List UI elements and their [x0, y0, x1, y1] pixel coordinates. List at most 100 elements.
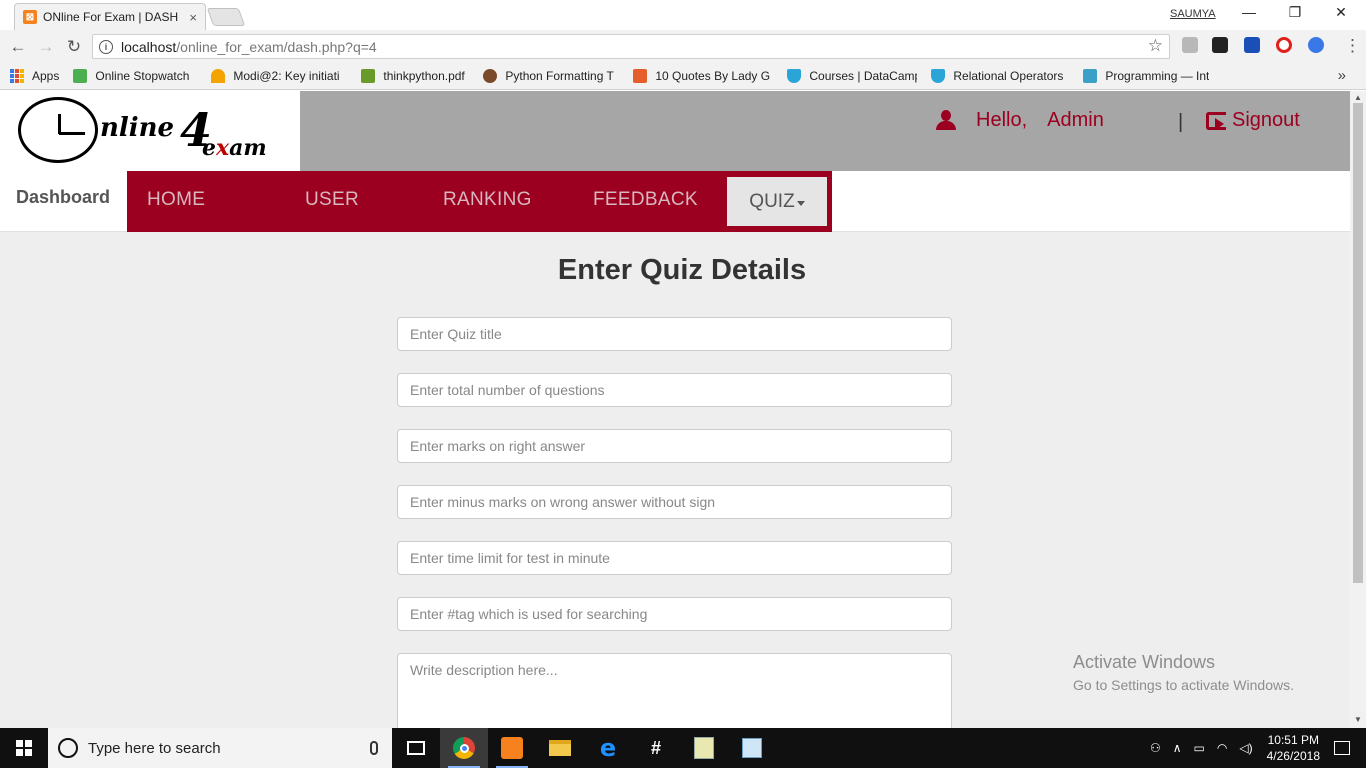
xampp-favicon-icon: ⊠: [23, 10, 37, 24]
url-host: localhost: [121, 38, 177, 55]
right-marks-input[interactable]: [397, 429, 952, 463]
form-title: Enter Quiz Details: [557, 254, 807, 286]
nav-user[interactable]: USER: [305, 189, 359, 211]
bookmark-label: Courses | DataCamp: [809, 69, 918, 83]
bookmark-relational-operators[interactable]: Relational Operators: [931, 69, 1069, 83]
tag-input[interactable]: [397, 597, 952, 631]
quiz-title-input[interactable]: [397, 317, 952, 351]
logo-text: nline: [100, 113, 175, 143]
bookmark-star-icon[interactable]: ☆: [1148, 36, 1163, 56]
file-explorer-icon[interactable]: [536, 728, 584, 768]
bookmark-label: Modi@2: Key initiati: [233, 69, 340, 83]
info-icon[interactable]: i: [99, 39, 113, 54]
wifi-icon[interactable]: ◠: [1217, 741, 1227, 755]
username[interactable]: Admin: [1047, 109, 1104, 132]
extension-account-icon[interactable]: [1308, 37, 1324, 53]
chart-app-icon[interactable]: [680, 728, 728, 768]
bookmark-online-stopwatch[interactable]: Online Stopwatch: [73, 69, 197, 83]
bookmark-programming[interactable]: Programming — Inte: [1083, 69, 1209, 83]
profile-name[interactable]: SAUMYA: [1170, 8, 1216, 20]
tab-close-icon[interactable]: ×: [189, 10, 197, 25]
bookmark-datacamp[interactable]: Courses | DataCamp: [787, 69, 917, 83]
scroll-down-icon[interactable]: ▼: [1354, 715, 1362, 724]
cortana-icon: [58, 738, 78, 758]
clock-date: 4/26/2018: [1266, 749, 1320, 763]
bookmark-python-formatting[interactable]: Python Formatting T: [483, 69, 619, 83]
bookmark-apps[interactable]: Apps: [10, 69, 59, 83]
tab-strip: ⊠ ONline For Exam | DASHE × SAUMYA — ❐ ✕: [0, 0, 1366, 30]
site-logo[interactable]: nline 4 exam: [0, 91, 300, 171]
reload-icon[interactable]: ↻: [60, 37, 88, 57]
scroll-up-icon[interactable]: ▲: [1354, 93, 1362, 102]
close-window-icon[interactable]: ✕: [1326, 4, 1356, 21]
people-icon[interactable]: ⚇: [1150, 741, 1161, 755]
extension-bookmark-icon[interactable]: [1244, 37, 1260, 53]
apps-grid-icon: [10, 69, 24, 83]
slack-icon[interactable]: #: [632, 728, 680, 768]
battery-icon[interactable]: ▭: [1194, 741, 1205, 755]
extension-reader-icon[interactable]: [1182, 37, 1198, 53]
extension-glasses-icon[interactable]: [1212, 37, 1228, 53]
bookmark-label: Python Formatting T: [505, 69, 614, 83]
time-limit-input[interactable]: [397, 541, 952, 575]
nav-ranking[interactable]: RANKING: [443, 189, 532, 211]
extension-opera-icon[interactable]: [1276, 37, 1292, 53]
chrome-taskbar-icon[interactable]: [440, 728, 488, 768]
xampp-taskbar-icon[interactable]: [488, 728, 536, 768]
main-navbar: Dashboard HOME USER RANKING FEEDBACK QUI…: [0, 171, 1350, 232]
nav-quiz-dropdown[interactable]: QUIZ: [727, 177, 827, 226]
wrong-marks-input[interactable]: [397, 485, 952, 519]
task-view-icon[interactable]: [392, 728, 440, 768]
system-tray: ⚇ ∧ ▭ ◠ ◁) 10:51 PM 4/26/2018: [1144, 728, 1366, 768]
nav-home[interactable]: HOME: [147, 189, 205, 211]
signout-icon: [1206, 111, 1226, 130]
start-button[interactable]: [0, 728, 48, 768]
bookmarks-bar: Apps Online Stopwatch Modi@2: Key initia…: [0, 63, 1366, 90]
caret-down-icon: [796, 201, 805, 206]
nav-feedback[interactable]: FEEDBACK: [593, 189, 698, 211]
header-separator: |: [1178, 111, 1184, 133]
url-path: /online_for_exam/dash.php?q=4: [176, 38, 377, 55]
leaf-icon: [361, 69, 376, 83]
signout-link[interactable]: Signout: [1206, 109, 1300, 132]
taskbar-search[interactable]: Type here to search: [48, 728, 392, 768]
minimize-icon[interactable]: —: [1234, 4, 1264, 20]
volume-icon[interactable]: ◁): [1239, 741, 1252, 755]
action-center-icon[interactable]: [1334, 741, 1350, 755]
back-arrow-icon[interactable]: ←: [4, 37, 32, 57]
new-tab-button[interactable]: [206, 8, 246, 26]
more-bookmarks-icon[interactable]: »: [1338, 67, 1346, 84]
nav-quiz-label: QUIZ: [749, 190, 795, 212]
paint-icon[interactable]: [728, 728, 776, 768]
bookmark-quotes[interactable]: 10 Quotes By Lady G: [633, 69, 773, 83]
activate-windows-watermark: Activate Windows Go to Settings to activ…: [1073, 652, 1294, 693]
microphone-icon[interactable]: [370, 741, 378, 755]
rainbow-icon: [211, 69, 226, 83]
signout-label: Signout: [1232, 109, 1300, 131]
bookmark-modi[interactable]: Modi@2: Key initiati: [211, 69, 347, 83]
restore-icon[interactable]: ❐: [1280, 4, 1310, 21]
windows-taskbar: Type here to search e # ⚇ ∧ ▭ ◠ ◁) 10:51…: [0, 728, 1366, 768]
scroll-thumb[interactable]: [1353, 103, 1363, 583]
vertical-scrollbar[interactable]: ▲ ▼: [1350, 91, 1366, 728]
total-questions-input[interactable]: [397, 373, 952, 407]
watermark-line2: Go to Settings to activate Windows.: [1073, 677, 1294, 693]
browser-toolbar: ← → ↻ i localhost/online_for_exam/dash.p…: [0, 30, 1366, 63]
navbar-brand[interactable]: Dashboard: [16, 187, 110, 208]
logo-exam: exam: [202, 135, 267, 161]
page-viewport: nline 4 exam Hello, Admin | Signout Dash…: [0, 91, 1350, 728]
forward-arrow-icon[interactable]: →: [32, 37, 60, 57]
shield-icon: [787, 69, 802, 83]
browser-tab[interactable]: ⊠ ONline For Exam | DASHE ×: [14, 3, 206, 30]
bookmark-label: Online Stopwatch: [95, 69, 190, 83]
watermark-line1: Activate Windows: [1073, 652, 1216, 672]
description-textarea[interactable]: [397, 653, 952, 728]
taskbar-clock[interactable]: 10:51 PM 4/26/2018: [1267, 732, 1320, 764]
chrome-menu-icon[interactable]: ⋮: [1344, 36, 1361, 56]
bookmark-label: Relational Operators: [953, 69, 1064, 83]
chevron-up-icon[interactable]: ∧: [1173, 741, 1182, 755]
bookmark-label: 10 Quotes By Lady G: [655, 69, 771, 83]
address-bar[interactable]: i localhost/online_for_exam/dash.php?q=4…: [92, 34, 1170, 59]
edge-icon[interactable]: e: [584, 728, 632, 768]
bookmark-thinkpython[interactable]: thinkpython.pdf: [361, 69, 469, 83]
